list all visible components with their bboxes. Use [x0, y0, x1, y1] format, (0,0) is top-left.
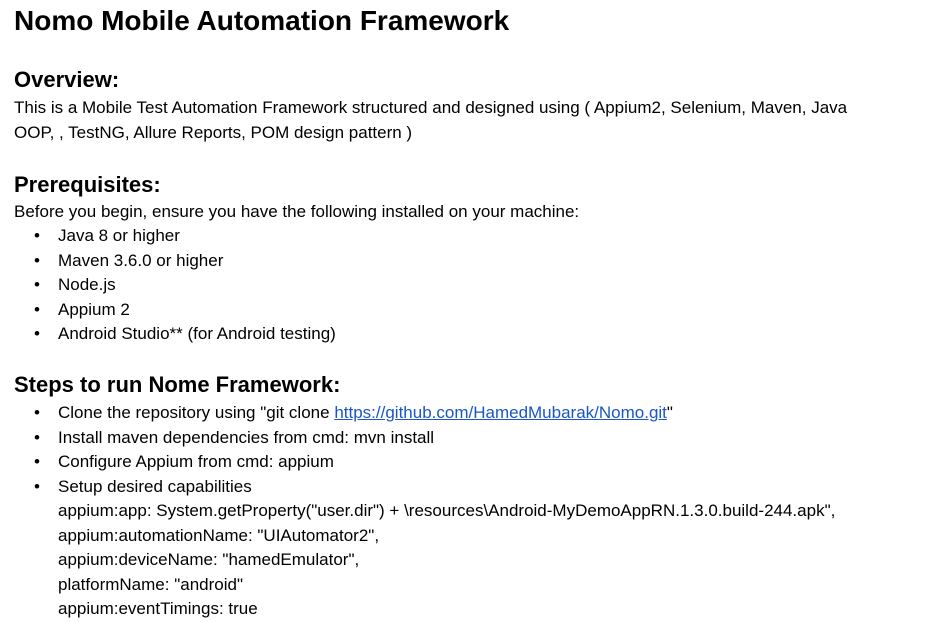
install-step: Install maven dependencies from cmd: mvn… [58, 427, 435, 447]
setup-step: Setup desired capabilities [58, 476, 252, 496]
clone-step-suffix: " [666, 403, 673, 422]
bullet-icon: • [34, 452, 40, 471]
prerequisites-list: • Java 8 or higher • Maven 3.6.0 or higher… [0, 224, 336, 347]
bullet-icon: • [34, 476, 40, 496]
list-item: • Java 8 or higher [0, 224, 336, 249]
configure-step: Configure Appium from cmd: appium [58, 452, 334, 471]
list-item: • Setup desired capabilities appium:app: … [0, 475, 835, 622]
prerequisites-heading: Prerequisites: [14, 172, 161, 197]
list-item-label: Node.js [58, 275, 116, 294]
capability-line: appium:deviceName: "hamedEmulator", [58, 550, 360, 569]
capability-line: appium:eventTimings: true [58, 599, 258, 618]
list-item: • Clone the repository using "git clone h… [0, 401, 835, 426]
steps-list: • Clone the repository using "git clone h… [0, 401, 835, 622]
list-item: • Maven 3.6.0 or higher [0, 249, 336, 274]
bullet-icon: • [34, 324, 40, 343]
bullet-icon: • [34, 427, 40, 447]
bullet-icon: • [34, 275, 40, 294]
overview-line-2: OOP, , TestNG, Allure Reports, POM desig… [14, 123, 413, 142]
capability-line: appium:app: System.getProperty("user.dir… [58, 501, 836, 520]
bullet-icon: • [34, 299, 40, 319]
list-item: • Node.js [0, 273, 336, 298]
bullet-icon: • [34, 226, 40, 245]
bullet-icon: • [34, 250, 40, 270]
bullet-icon: • [34, 403, 40, 422]
capability-line: appium:automationName: "UIAutomator2", [58, 525, 380, 545]
list-item-label: Android Studio** (for Android testing) [58, 324, 336, 343]
list-item: • Android Studio** (for Android testing) [0, 322, 336, 347]
list-item: • Install maven dependencies from cmd: mv… [0, 426, 835, 451]
repository-link[interactable]: https://github.com/HamedMubarak/Nomo.git [334, 403, 667, 422]
prerequisites-intro: Before you begin, ensure you have the fo… [14, 202, 580, 221]
steps-heading: Steps to run Nome Framework: [14, 372, 341, 397]
document: Nomo Mobile Automation Framework Overvie… [0, 0, 926, 622]
overview-heading: Overview: [14, 67, 120, 92]
list-item-label: Appium 2 [58, 299, 130, 319]
clone-step-prefix: Clone the repository using "git clone [58, 403, 335, 422]
capability-line: platformName: "android" [58, 574, 243, 594]
list-item-label: Java 8 or higher [58, 226, 180, 245]
list-item: • Appium 2 [0, 298, 336, 323]
page-title: Nomo Mobile Automation Framework [14, 5, 510, 36]
overview-line-1: This is a Mobile Test Automation Framewo… [14, 98, 848, 117]
list-item-label: Maven 3.6.0 or higher [58, 250, 224, 270]
list-item: • Configure Appium from cmd: appium [0, 450, 835, 475]
